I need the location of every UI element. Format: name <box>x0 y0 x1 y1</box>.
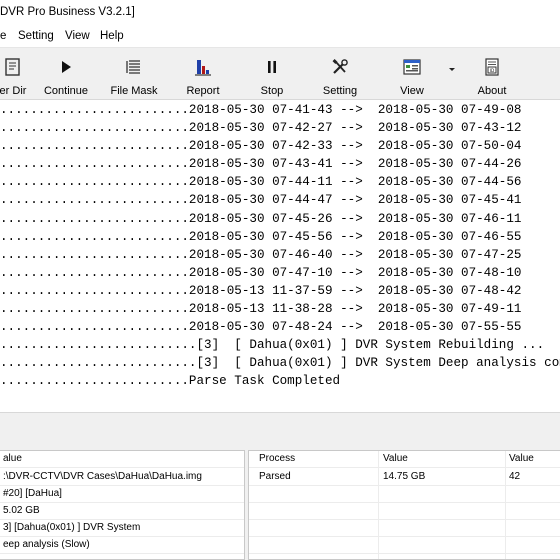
table-row[interactable]: #20] [DaHua] <box>0 486 244 503</box>
process-count: 42 <box>509 471 521 482</box>
log-line: .........................2018-05-13 11-3… <box>0 284 522 298</box>
window-icon <box>403 59 421 75</box>
id-card-icon: ID <box>485 58 499 76</box>
tools-icon <box>332 59 348 74</box>
log-line: .........................Parse Task Comp… <box>0 374 341 388</box>
stop-button[interactable]: Stop <box>250 48 294 100</box>
about-label: About <box>477 85 507 97</box>
panel-header-row: Process Value Value <box>249 451 560 468</box>
about-button[interactable]: ID About <box>470 48 514 100</box>
menu-bar: e Setting View Help <box>0 26 560 48</box>
process-value: 14.75 GB <box>383 471 426 482</box>
analysis-mode: eep analysis (Slow) <box>3 539 90 550</box>
enter-dir-button[interactable]: er Dir <box>0 48 34 100</box>
case-path: :\DVR-CCTV\DVR Cases\DaHua\DaHua.img <box>3 471 202 482</box>
table-row <box>249 520 560 537</box>
toolbar: er Dir Continue File Mask Report Stop Se… <box>0 48 560 100</box>
stop-label: Stop <box>260 85 284 97</box>
process-panel[interactable]: Process Value Value Parsed 14.75 GB 42 <box>248 450 560 560</box>
status-band <box>0 412 560 450</box>
log-line: .........................2018-05-30 07-4… <box>0 175 522 189</box>
image-size: 5.02 GB <box>3 505 40 516</box>
log-line: .........................2018-05-30 07-4… <box>0 157 522 171</box>
menu-help[interactable]: Help <box>100 30 124 42</box>
title-bar: DVR Pro Business V3.2.1] <box>0 0 560 26</box>
table-row[interactable]: eep analysis (Slow) <box>0 537 244 554</box>
menu-setting[interactable]: Setting <box>18 30 54 42</box>
log-line: .........................2018-05-30 07-4… <box>0 212 522 226</box>
bar-chart-icon <box>195 60 211 76</box>
report-label: Report <box>186 85 220 97</box>
table-row[interactable]: Parsed 14.75 GB 42 <box>249 469 560 486</box>
menu-file[interactable]: e <box>0 30 6 42</box>
log-line: ..........................[3] [ Dahua(0x… <box>0 356 560 370</box>
table-row[interactable]: :\DVR-CCTV\DVR Cases\DaHua\DaHua.img <box>0 469 244 486</box>
log-line: .........................2018-05-30 07-4… <box>0 266 522 280</box>
table-row[interactable]: 5.02 GB <box>0 503 244 520</box>
play-icon <box>62 61 71 73</box>
enter-dir-label: er Dir <box>0 85 27 97</box>
log-line: .........................2018-05-30 07-4… <box>0 320 522 334</box>
chevron-down-icon <box>449 68 455 71</box>
table-row <box>249 503 560 520</box>
folder-icon <box>5 58 20 76</box>
log-line: .........................2018-05-13 11-3… <box>0 302 522 316</box>
menu-view[interactable]: View <box>65 30 90 42</box>
view-label: View <box>400 85 424 97</box>
case-info-panel[interactable]: alue :\DVR-CCTV\DVR Cases\DaHua\DaHua.im… <box>0 450 245 560</box>
column-header-value-2: Value <box>509 453 534 464</box>
dvr-system: 3] [Dahua(0x01) ] DVR System <box>3 522 141 533</box>
setting-label: Setting <box>322 85 358 97</box>
log-line: .........................2018-05-30 07-4… <box>0 230 522 244</box>
column-header-value: alue <box>3 453 22 464</box>
log-line: .........................2018-05-30 07-4… <box>0 103 522 117</box>
file-mask-label: File Mask <box>110 85 158 97</box>
view-button[interactable]: View <box>390 48 434 100</box>
view-dropdown-button[interactable] <box>444 48 460 100</box>
table-row[interactable]: 3] [Dahua(0x01) ] DVR System <box>0 520 244 537</box>
log-line: .........................2018-05-30 07-4… <box>0 193 522 207</box>
svg-text:ID: ID <box>490 68 495 74</box>
list-icon <box>126 60 140 74</box>
column-header-value: Value <box>383 453 408 464</box>
log-line: .........................2018-05-30 07-4… <box>0 248 522 262</box>
log-line: .........................2018-05-30 07-4… <box>0 139 522 153</box>
device-id: #20] [DaHua] <box>3 488 62 499</box>
pause-icon <box>268 61 276 73</box>
log-output[interactable]: .........................2018-05-30 07-4… <box>0 100 560 412</box>
column-header-process: Process <box>259 453 296 464</box>
window-title: DVR Pro Business V3.2.1] <box>0 6 135 18</box>
setting-button[interactable]: Setting <box>316 48 364 100</box>
table-row <box>249 486 560 503</box>
table-row <box>249 537 560 554</box>
file-mask-button[interactable]: File Mask <box>106 48 162 100</box>
panel-header-row: alue <box>0 451 244 468</box>
continue-button[interactable]: Continue <box>40 48 92 100</box>
process-name: Parsed <box>259 471 291 482</box>
report-button[interactable]: Report <box>180 48 226 100</box>
continue-label: Continue <box>43 85 89 97</box>
log-line: ..........................[3] [ Dahua(0x… <box>0 338 545 352</box>
log-line: .........................2018-05-30 07-4… <box>0 121 522 135</box>
